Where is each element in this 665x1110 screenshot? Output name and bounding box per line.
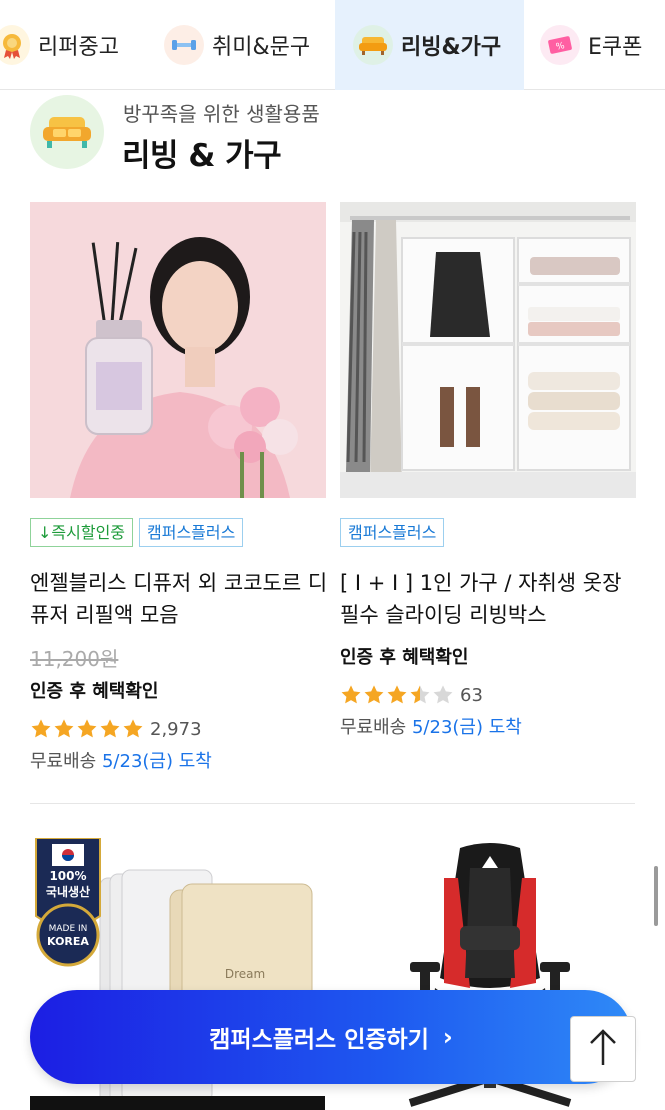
sofa-icon <box>353 25 393 65</box>
sofa-icon <box>30 95 104 169</box>
product-name[interactable]: 엔젤블리스 디퓨저 외 코코도르 디퓨저 리필액 모음 <box>30 567 330 631</box>
promo-banner-strip <box>30 1096 325 1110</box>
tab-label: 취미&문구 <box>212 35 311 60</box>
star-icon <box>100 719 120 738</box>
arrow-up-icon <box>588 1027 618 1071</box>
tab-hobby[interactable]: 취미&문구 <box>160 0 330 90</box>
star-icon <box>364 685 384 704</box>
star-icon <box>77 719 97 738</box>
star-icon <box>433 685 453 704</box>
review-count: 2,973 <box>150 718 202 740</box>
coupon-icon: % <box>540 25 580 65</box>
star-icon <box>410 685 430 704</box>
star-icon <box>31 719 51 738</box>
svg-text:100%: 100% <box>49 869 86 883</box>
section-subtitle: 방꾸족을 위한 생활용품 <box>123 102 320 126</box>
svg-text:MADE IN: MADE IN <box>49 924 88 934</box>
star-icon <box>54 719 74 738</box>
shipping-prefix: 무료배송 <box>30 751 97 772</box>
product-badges: 캠퍼스플러스 <box>340 518 636 547</box>
star-icon <box>387 685 407 704</box>
category-tab-bar: 리퍼중고 취미&문구 리빙&가구 % E쿠폰 <box>0 0 665 90</box>
product-image[interactable] <box>30 202 326 498</box>
tab-refurb[interactable]: 리퍼중고 <box>0 0 150 90</box>
original-price: 11,200원 <box>30 647 119 671</box>
star-icon <box>341 685 361 704</box>
tab-ecoupon[interactable]: % E쿠폰 <box>540 0 665 90</box>
shipping-info: 무료배송 5/23(금) 도착 <box>340 713 636 739</box>
product-rating: 2,973 <box>30 717 326 741</box>
tab-label: 리퍼중고 <box>38 35 119 60</box>
campus-plus-badge: 캠퍼스플러스 <box>139 518 244 547</box>
scrollbar[interactable] <box>654 866 658 926</box>
section-title: 리빙 & 가구 <box>122 138 282 174</box>
shipping-date: 5/23(금) 도착 <box>411 717 522 738</box>
star-rating <box>30 718 144 740</box>
star-rating <box>340 684 454 706</box>
cta-label: 캠퍼스플러스 인증하기 <box>209 1027 429 1053</box>
brand-logo: Dream <box>225 967 265 981</box>
campus-plus-badge: 캠퍼스플러스 <box>340 518 445 547</box>
dumbbell-icon <box>164 25 204 65</box>
shipping-prefix: 무료배송 <box>340 717 407 738</box>
benefit-text: 인증 후 혜택확인 <box>30 681 159 702</box>
section-divider <box>30 803 635 804</box>
product-badges: ↓즉시할인중 캠퍼스플러스 <box>30 518 326 547</box>
shipping-date: 5/23(금) 도착 <box>101 751 212 772</box>
scroll-to-top-button[interactable] <box>570 1016 636 1082</box>
tab-label: E쿠폰 <box>588 35 643 60</box>
product-image[interactable] <box>340 202 636 498</box>
review-count: 63 <box>460 684 483 706</box>
product-name[interactable]: [ I + I ] 1인 가구 / 자취생 옷장 필수 슬라이딩 리빙박스 <box>340 567 640 631</box>
chevron-right-icon: › <box>442 1023 453 1051</box>
product-card[interactable]: ↓즉시할인중 캠퍼스플러스 엔젤블리스 디퓨저 외 코코도르 디퓨저 리필액 모… <box>30 202 327 773</box>
shipping-info: 무료배송 5/23(금) 도착 <box>30 747 326 773</box>
benefit-text: 인증 후 혜택확인 <box>340 647 469 668</box>
tab-label: 리빙&가구 <box>401 35 502 60</box>
star-icon <box>123 719 143 738</box>
made-in-korea-seal: 100% 국내생산 MADE IN KOREA <box>35 838 101 967</box>
svg-text:KOREA: KOREA <box>47 935 89 948</box>
medal-icon <box>0 25 30 65</box>
campus-plus-verify-button[interactable]: 캠퍼스플러스 인증하기 › <box>30 990 632 1084</box>
svg-text:국내생산: 국내생산 <box>46 884 90 899</box>
product-rating: 63 <box>340 683 636 707</box>
instant-discount-badge: ↓즉시할인중 <box>30 518 134 547</box>
product-card[interactable]: 캠퍼스플러스 [ I + I ] 1인 가구 / 자취생 옷장 필수 슬라이딩 … <box>340 202 636 739</box>
tab-living[interactable]: 리빙&가구 <box>335 0 524 90</box>
